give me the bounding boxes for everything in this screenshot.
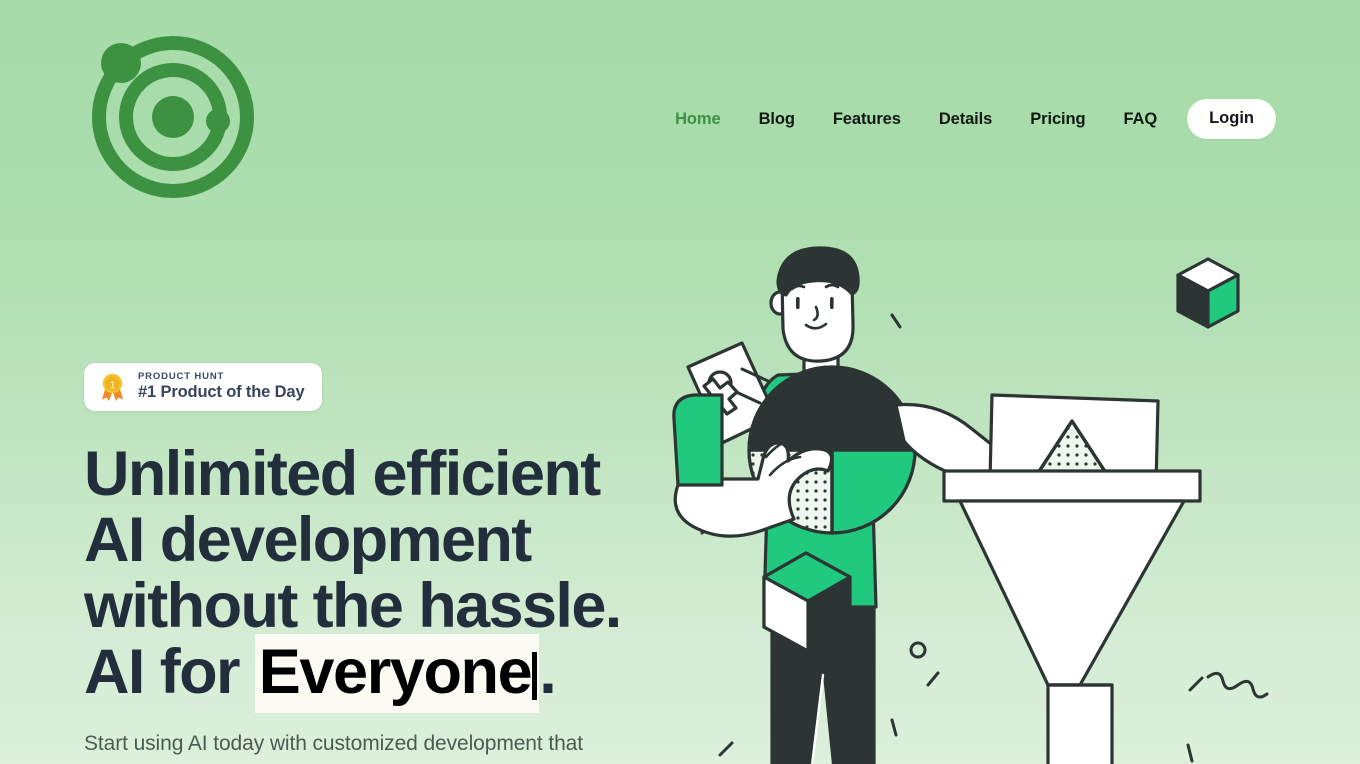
typing-caret-icon [532,652,538,701]
hero-section: 1 PRODUCT HUNT #1 Product of the Day Unl… [84,363,724,764]
nav-item-pricing[interactable]: Pricing [1011,110,1104,128]
person-with-pie-chart-and-funnel-illustration [672,246,1269,764]
gold-medal-ribbon-icon: 1 [101,373,124,402]
nav-item-features[interactable]: Features [814,110,920,128]
hero-heading: Unlimited efficient AI development witho… [84,439,724,714]
typed-word: Everyone [258,637,533,708]
hero-subtitle: Start using AI today with customized dev… [84,732,583,764]
badge-title: #1 Product of the Day [138,383,305,402]
nav-item-blog[interactable]: Blog [740,110,814,128]
nav-item-faq[interactable]: FAQ [1104,110,1176,128]
main-navigation: Home Blog Features Details Pricing FAQ L… [656,99,1276,139]
svg-text:1: 1 [110,380,116,392]
heading-line-4-prefix: AI for [84,637,255,708]
heading-line-1: Unlimited efficient [84,439,601,510]
site-header: Home Blog Features Details Pricing FAQ L… [0,0,1360,210]
heading-line-2: AI development [84,505,532,576]
brand-logo-link[interactable] [84,0,262,203]
heading-line-4-suffix: . [539,637,556,708]
product-hunt-badge[interactable]: 1 PRODUCT HUNT #1 Product of the Day [84,363,323,412]
nav-item-details[interactable]: Details [920,110,1011,128]
nav-item-home[interactable]: Home [656,110,739,128]
typed-word-highlight: Everyone [254,634,540,714]
heading-line-3: without the hassle. [84,571,622,642]
hero-illustration [660,245,1300,764]
heading-line-4: AI for Everyone. [84,634,724,714]
brand-radar-logo-icon [92,36,254,198]
login-button[interactable]: Login [1187,99,1276,139]
badge-eyebrow: PRODUCT HUNT [138,371,225,382]
